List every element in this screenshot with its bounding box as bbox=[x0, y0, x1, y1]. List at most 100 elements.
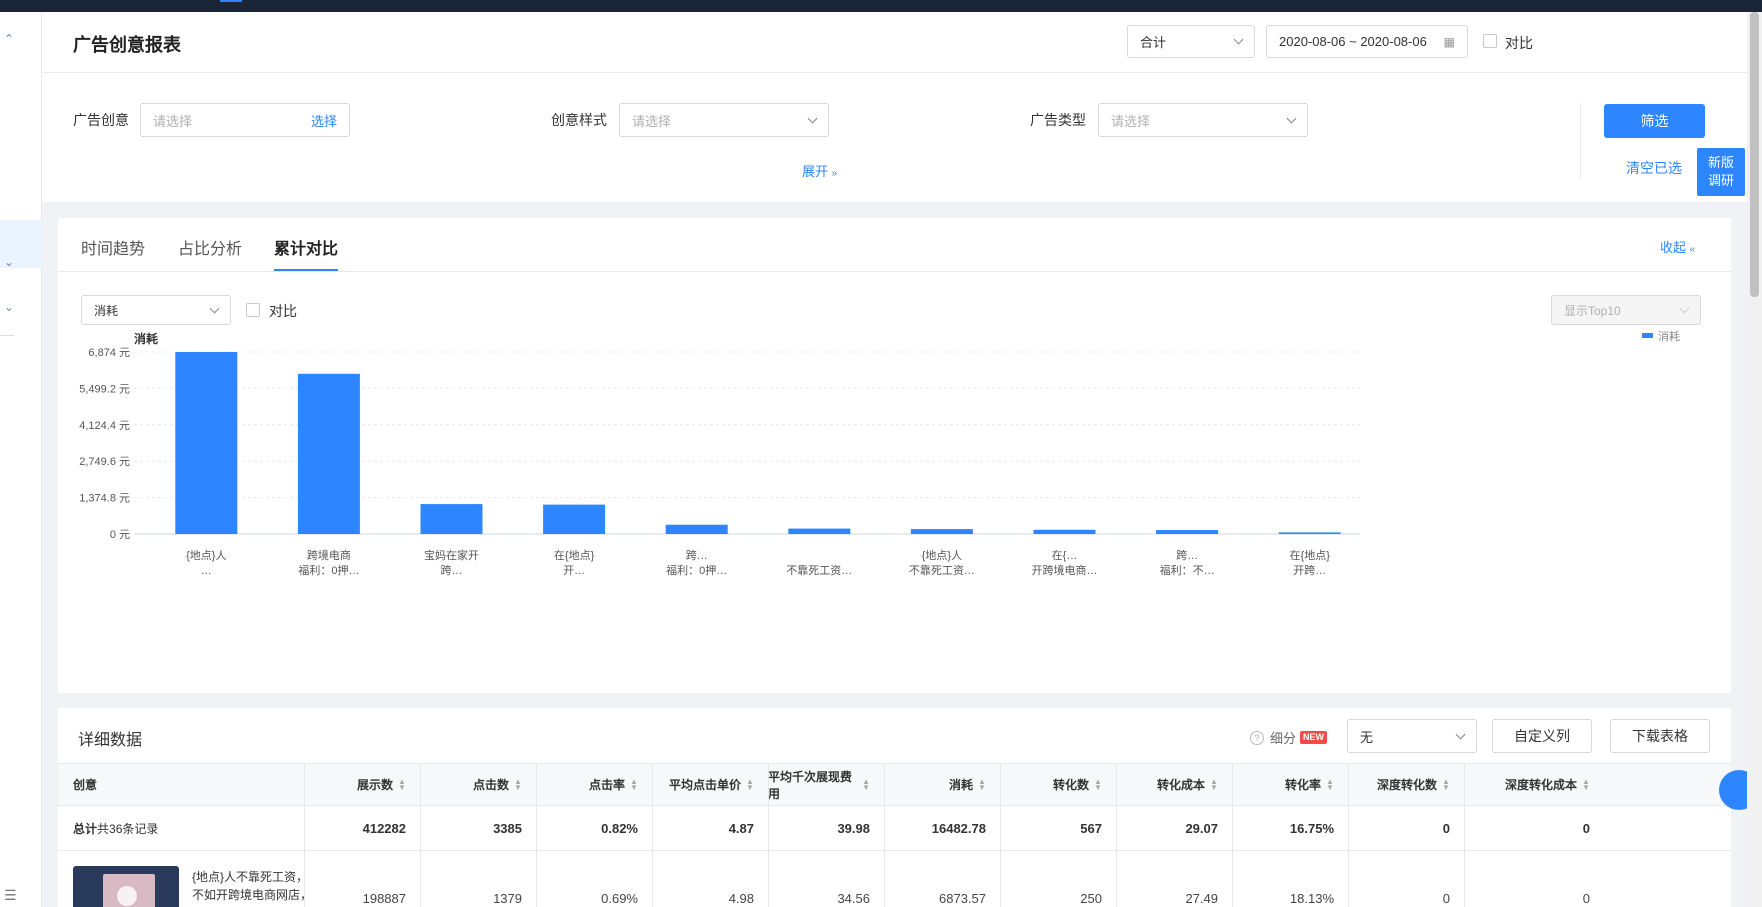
column-header[interactable]: 点击率 ▲ ▼ bbox=[536, 764, 652, 805]
breakdown-control: ? 细分 NEW bbox=[1250, 728, 1328, 747]
column-header[interactable]: 点击数 ▲ ▼ bbox=[420, 764, 536, 805]
sort-icon[interactable]: ▲ ▼ bbox=[1326, 777, 1334, 791]
tab-cumulative-compare[interactable]: 累计对比 bbox=[274, 235, 338, 259]
bar[interactable] bbox=[665, 524, 728, 534]
tab-time-trend[interactable]: 时间趋势 bbox=[81, 235, 145, 259]
aggregate-select[interactable]: 合计 bbox=[1127, 25, 1255, 58]
column-header[interactable]: 平均千次展现费用 ▲ ▼ bbox=[768, 764, 884, 805]
x-tick-label: 开跨境电商… bbox=[1032, 563, 1098, 577]
legend-label[interactable]: 消耗 bbox=[1658, 329, 1680, 343]
download-table-button[interactable]: 下载表格 bbox=[1610, 719, 1710, 753]
column-header-label: 点击率 bbox=[588, 778, 625, 792]
sort-icon[interactable]: ▲ ▼ bbox=[1210, 777, 1218, 791]
expand-link[interactable]: 展开 » bbox=[802, 161, 837, 180]
row1-text-line1: {地点}人不靠死工资， bbox=[192, 870, 309, 884]
column-header-label: 深度转化成本 bbox=[1504, 778, 1577, 792]
left-sidebar: ⌃ ⌄ ⌄ ☰ bbox=[0, 12, 42, 907]
tab-share-analysis[interactable]: 占比分析 bbox=[178, 235, 242, 259]
table-cell: 27.49 bbox=[1185, 890, 1218, 906]
bar[interactable] bbox=[1033, 529, 1096, 534]
creative-select-link[interactable]: 选择 bbox=[311, 111, 337, 130]
column-header[interactable]: 转化数 ▲ ▼ bbox=[1000, 764, 1116, 805]
column-header-label: 转化数 bbox=[1052, 778, 1089, 792]
y-tick-label: 6,874 元 bbox=[88, 347, 130, 359]
chevron-down-icon[interactable]: ⌄ bbox=[4, 300, 14, 314]
total-cell: 4.87 bbox=[728, 821, 754, 836]
filter-button[interactable]: 筛选 bbox=[1604, 104, 1705, 138]
column-header[interactable]: 消耗 ▲ ▼ bbox=[884, 764, 1000, 805]
sort-icon[interactable]: ▲ ▼ bbox=[1094, 777, 1102, 791]
bar[interactable] bbox=[543, 504, 606, 534]
x-tick-label: 开跨… bbox=[1293, 564, 1326, 577]
x-tick-label: 不靠死工资… bbox=[786, 563, 852, 577]
x-tick-label: 不靠死工资… bbox=[909, 563, 975, 577]
sort-icon[interactable]: ▲ ▼ bbox=[1442, 777, 1450, 791]
sort-icon[interactable]: ▲ ▼ bbox=[1582, 777, 1590, 791]
x-tick-label: 在{… bbox=[1052, 549, 1078, 562]
total-cell: 0 bbox=[1442, 821, 1450, 836]
compare-checkbox[interactable] bbox=[1483, 34, 1497, 48]
bar[interactable] bbox=[297, 373, 360, 534]
collapse-link[interactable]: 收起 « bbox=[1660, 237, 1695, 256]
breakdown-value: 无 bbox=[1360, 729, 1374, 745]
page-scrollbar[interactable] bbox=[1747, 12, 1762, 907]
column-header[interactable]: 转化成本 ▲ ▼ bbox=[1116, 764, 1232, 805]
help-icon[interactable]: ? bbox=[1250, 730, 1264, 745]
sort-icon[interactable]: ▲ ▼ bbox=[514, 777, 522, 791]
sort-icon[interactable]: ▲ ▼ bbox=[398, 777, 406, 791]
column-header[interactable]: 深度转化成本 ▲ ▼ bbox=[1464, 764, 1604, 805]
clear-selection-link[interactable]: 清空已选 bbox=[1626, 158, 1682, 178]
nav-active-indicator bbox=[220, 0, 242, 2]
chevron-down-icon bbox=[1286, 113, 1297, 123]
chevron-up-icon[interactable]: ⌃ bbox=[4, 32, 14, 46]
type-filter-select[interactable]: 请选择 bbox=[1098, 103, 1308, 137]
new-badge: NEW bbox=[1300, 731, 1328, 744]
custom-columns-button[interactable]: 自定义列 bbox=[1492, 719, 1592, 753]
total-label: 总计 bbox=[73, 822, 98, 836]
style-filter-select[interactable]: 请选择 bbox=[619, 103, 829, 137]
creative-filter-input[interactable]: 请选择 选择 bbox=[140, 103, 350, 137]
scrollbar-thumb[interactable] bbox=[1750, 12, 1759, 297]
row1-creative-text[interactable]: {地点}人不靠死工资， 不如开跨境电商网店， bbox=[192, 868, 312, 904]
total-cell: 567 bbox=[1080, 821, 1102, 836]
bar[interactable] bbox=[788, 528, 851, 534]
sort-icon[interactable]: ▲ ▼ bbox=[630, 777, 638, 791]
play-icon bbox=[117, 886, 137, 906]
column-header-label: 展示数 bbox=[356, 778, 393, 792]
chevron-down-icon bbox=[807, 113, 818, 123]
x-tick-label: 在{地点} bbox=[1290, 549, 1331, 562]
table-cell: 1379 bbox=[493, 890, 522, 906]
date-range-picker[interactable]: 2020-08-06 ~ 2020-08-06 ▦ bbox=[1266, 25, 1468, 58]
bar[interactable] bbox=[175, 352, 238, 534]
column-header[interactable]: 转化率 ▲ ▼ bbox=[1232, 764, 1348, 805]
bar[interactable] bbox=[1278, 532, 1341, 534]
column-header[interactable]: 展示数 ▲ ▼ bbox=[304, 764, 420, 805]
menu-icon[interactable]: ☰ bbox=[4, 887, 17, 904]
chevron-down-icon[interactable]: ⌄ bbox=[4, 255, 14, 269]
chart-panel: 时间趋势 占比分析 累计对比 收起 « 消耗 对比 显示Top10 消耗 0 元… bbox=[58, 218, 1731, 693]
sort-icon[interactable]: ▲ ▼ bbox=[978, 777, 986, 791]
survey-button[interactable]: 新版调研 bbox=[1697, 148, 1745, 196]
row1-text-line2: 不如开跨境电商网店， bbox=[192, 888, 313, 902]
table-cell: 18.13% bbox=[1289, 890, 1334, 906]
total-cell: 0.82% bbox=[601, 821, 638, 836]
column-header[interactable]: 平均点击单价 ▲ ▼ bbox=[652, 764, 768, 805]
column-header[interactable]: 深度转化数 ▲ ▼ bbox=[1348, 764, 1464, 805]
chevron-down-icon bbox=[1233, 34, 1244, 45]
column-header-label: 平均点击单价 bbox=[668, 778, 741, 792]
creative-thumbnail[interactable] bbox=[73, 866, 179, 907]
bar[interactable] bbox=[910, 529, 973, 534]
sort-icon[interactable]: ▲ ▼ bbox=[746, 777, 754, 791]
table-cell: 6873.57 bbox=[939, 890, 986, 906]
breakdown-select[interactable]: 无 bbox=[1347, 719, 1477, 753]
bar[interactable] bbox=[1156, 530, 1219, 534]
x-tick-label: 在{地点} bbox=[554, 549, 595, 562]
column-header[interactable]: 创意 bbox=[58, 764, 304, 805]
bar-chart: 消耗 0 元 1,374.8 元 2,749.6 元 4,124.4 元 5,499.2… bbox=[79, 329, 1680, 577]
page-header: 广告创意报表 合计 2020-08-06 ~ 2020-08-06 ▦ 对比 bbox=[42, 12, 1747, 73]
x-axis-labels: {地点}人…跨境电商福利：0押…宝妈在家开跨…在{地点}开…跨…福利：0押… 不靠… bbox=[186, 548, 1330, 577]
total-cell: 16.75% bbox=[1289, 821, 1334, 836]
bar[interactable] bbox=[420, 504, 483, 534]
type-placeholder: 请选择 bbox=[1111, 113, 1151, 129]
sort-icon[interactable]: ▲ ▼ bbox=[862, 777, 870, 791]
